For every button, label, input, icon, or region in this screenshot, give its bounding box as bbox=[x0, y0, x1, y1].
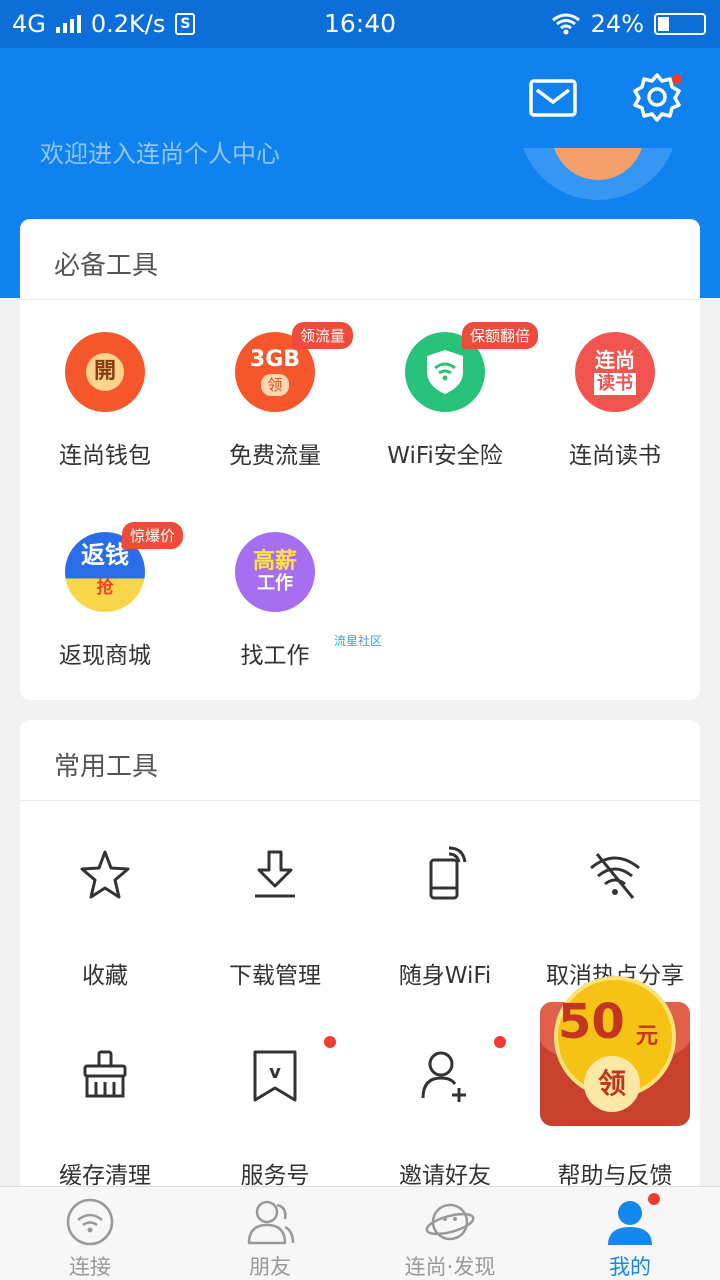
watermark: 流星社区 bbox=[334, 634, 383, 648]
notification-dot bbox=[324, 1036, 336, 1048]
job-icon: 高薪 工作 bbox=[235, 532, 315, 612]
battery-percent: 24% bbox=[590, 10, 644, 38]
tool-label: 缓存清理 bbox=[59, 1163, 151, 1189]
tab-label: 连尚·发现 bbox=[404, 1255, 496, 1279]
divider bbox=[20, 800, 700, 801]
tool-label: 帮助与反馈 bbox=[557, 1163, 673, 1189]
promo-unit: 元 bbox=[636, 1024, 659, 1049]
tool-label: 服务号 bbox=[240, 1163, 310, 1189]
tool-free-data[interactable]: 3GB 领 领流量 免费流量 bbox=[190, 322, 360, 512]
tool-find-job[interactable]: 高薪 工作 找工作 bbox=[190, 532, 360, 712]
planet-icon bbox=[425, 1203, 475, 1241]
tab-discover[interactable]: 连尚·发现 bbox=[360, 1187, 540, 1280]
phone-wifi-icon bbox=[429, 846, 467, 900]
card-title: 常用工具 bbox=[54, 752, 159, 782]
tab-label: 我的 bbox=[609, 1255, 651, 1279]
tool-favorites[interactable]: 收藏 bbox=[20, 846, 190, 1026]
star-icon bbox=[80, 850, 130, 899]
promo-tag: 领流量 bbox=[292, 322, 354, 349]
tab-label: 连接 bbox=[69, 1255, 111, 1279]
card-title: 必备工具 bbox=[54, 251, 159, 281]
welcome-text: 欢迎进入连尚个人中心 bbox=[40, 140, 280, 168]
tool-cashback-mall[interactable]: 返钱 抢 惊爆价 返现商城 bbox=[20, 522, 190, 712]
bottom-tab-bar: 连接 朋友 连尚·发现 我的 bbox=[0, 1186, 720, 1280]
wifi-icon bbox=[66, 1198, 114, 1246]
svg-text:v: v bbox=[269, 1062, 281, 1083]
wifi-status-icon bbox=[551, 13, 580, 35]
promo-tag: 保额翻倍 bbox=[462, 322, 539, 349]
tool-reading[interactable]: 连尚 读书 连尚读书 bbox=[530, 332, 700, 512]
tool-label: 连尚钱包 bbox=[59, 443, 151, 469]
divider bbox=[20, 299, 700, 300]
wallet-icon: 開 bbox=[65, 332, 145, 412]
tool-label: 返现商城 bbox=[59, 643, 151, 669]
notification-dot bbox=[494, 1036, 506, 1048]
download-icon bbox=[255, 850, 295, 898]
tool-label: WiFi安全险 bbox=[387, 443, 503, 469]
friends-icon bbox=[247, 1200, 295, 1245]
tool-wifi-insurance[interactable]: 保额翻倍 WiFi安全险 bbox=[360, 322, 539, 512]
add-user-icon bbox=[421, 1051, 466, 1102]
tool-label: 收藏 bbox=[82, 963, 128, 989]
battery-icon bbox=[654, 13, 706, 35]
avatar[interactable] bbox=[518, 148, 678, 200]
tool-label: 随身WiFi bbox=[398, 963, 492, 989]
tool-label: 免费流量 bbox=[229, 443, 321, 469]
settings-badge bbox=[672, 74, 682, 84]
tab-me[interactable]: 我的 bbox=[540, 1187, 720, 1280]
promo-amount: 50 bbox=[558, 994, 625, 1050]
tab-connect[interactable]: 连接 bbox=[0, 1187, 180, 1280]
notification-dot bbox=[648, 1193, 660, 1205]
tab-friends[interactable]: 朋友 bbox=[180, 1187, 360, 1280]
book-icon: 连尚 读书 bbox=[575, 332, 655, 412]
tab-label: 朋友 bbox=[249, 1255, 291, 1279]
mail-icon[interactable] bbox=[528, 74, 578, 124]
red-envelope-promo[interactable]: 50 元 领 bbox=[540, 976, 690, 1126]
tool-download-manager[interactable]: 下载管理 bbox=[190, 846, 360, 1026]
brush-icon bbox=[83, 1050, 127, 1098]
user-icon bbox=[608, 1201, 652, 1245]
tool-label: 邀请好友 bbox=[399, 1163, 491, 1189]
service-icon: v bbox=[253, 1050, 297, 1102]
promo-claim: 领 bbox=[584, 1056, 640, 1112]
wifi-off-icon bbox=[590, 853, 640, 899]
tool-label: 下载管理 bbox=[229, 963, 321, 989]
tool-wallet[interactable]: 開 连尚钱包 bbox=[20, 332, 190, 512]
tool-label: 连尚读书 bbox=[569, 443, 661, 469]
promo-tag: 惊爆价 bbox=[122, 522, 184, 549]
status-bar: 4G 0.2K/s S 16:40 24% bbox=[0, 0, 720, 48]
essential-tools-card: 必备工具 開 连尚钱包 3GB 领 领流量 免费流量 保额翻倍 WiFi安全险 … bbox=[20, 219, 700, 700]
tool-portable-wifi[interactable]: 随身WiFi bbox=[360, 846, 530, 1026]
